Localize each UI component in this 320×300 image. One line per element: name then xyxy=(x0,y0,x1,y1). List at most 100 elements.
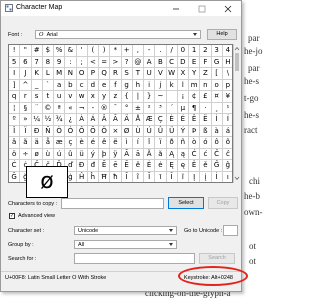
minimize-button[interactable] xyxy=(163,1,189,16)
search-input[interactable] xyxy=(74,253,195,264)
character-cell[interactable]: ı xyxy=(223,172,232,183)
character-cell[interactable]: : xyxy=(65,56,77,68)
character-cell[interactable]: Ĥ xyxy=(77,171,88,182)
character-cell[interactable]: 9 xyxy=(54,56,66,68)
character-cell[interactable]: ~ xyxy=(155,91,167,103)
character-cell[interactable]: · xyxy=(200,102,212,114)
character-cell[interactable]: ć xyxy=(200,148,212,160)
character-cell[interactable]: k xyxy=(166,79,178,91)
character-cell[interactable]: o xyxy=(211,79,223,91)
character-cell[interactable]: × xyxy=(110,125,122,137)
character-cell[interactable]: Ã xyxy=(110,114,122,126)
character-cell[interactable]: İ xyxy=(212,171,223,182)
character-cell[interactable]: \ xyxy=(222,68,232,80)
character-cell[interactable]: ĝ xyxy=(222,160,232,172)
character-cell[interactable]: Õ xyxy=(87,125,99,137)
character-cell[interactable]: e xyxy=(99,79,111,91)
character-cell[interactable]: Ë xyxy=(200,114,212,126)
character-cell[interactable]: ! xyxy=(9,45,21,57)
character-cell[interactable]: í xyxy=(132,137,144,149)
character-cell[interactable]: ā xyxy=(132,148,144,160)
character-cell[interactable]: " xyxy=(20,45,32,57)
character-cell[interactable]: X xyxy=(177,68,189,80)
character-cell[interactable]: 2 xyxy=(200,45,212,57)
character-cell[interactable] xyxy=(166,91,178,103)
character-cell[interactable]: ī xyxy=(155,171,167,182)
character-cell[interactable]: ø xyxy=(31,148,43,160)
character-cell[interactable]: Ē xyxy=(99,160,111,172)
character-cell[interactable]: Ü xyxy=(166,125,178,137)
character-cell[interactable]: Ħ xyxy=(99,171,111,182)
character-cell[interactable]: % xyxy=(54,45,66,57)
character-cell[interactable]: s xyxy=(31,91,43,103)
character-cell[interactable]: ¶ xyxy=(189,102,201,114)
font-select[interactable]: O Arial xyxy=(35,30,201,39)
character-cell[interactable]: Ú xyxy=(144,125,156,137)
close-button[interactable] xyxy=(215,1,241,16)
go-to-unicode-input[interactable] xyxy=(223,225,238,236)
character-cell[interactable]: A xyxy=(144,56,156,68)
character-cell[interactable]: £ xyxy=(200,91,212,103)
character-cell[interactable]: ï xyxy=(155,137,167,149)
select-button[interactable]: Select xyxy=(168,197,204,209)
character-cell[interactable]: ¤ xyxy=(211,91,223,103)
character-cell[interactable]: N xyxy=(65,68,77,80)
character-cell[interactable]: ä xyxy=(31,137,43,149)
character-cell[interactable]: I xyxy=(9,68,21,80)
character-cell[interactable]: Ĩ xyxy=(122,171,133,182)
character-cell[interactable]: À xyxy=(76,114,88,126)
character-cell[interactable]: » xyxy=(20,114,32,126)
character-cell[interactable]: Ð xyxy=(31,125,43,137)
character-cell[interactable]: 3 xyxy=(211,45,223,57)
character-cell[interactable]: Â xyxy=(99,114,111,126)
character-cell[interactable]: p xyxy=(222,80,232,91)
character-cell[interactable]: d xyxy=(87,79,99,91)
character-cell[interactable]: § xyxy=(20,102,32,114)
character-cell[interactable]: ü xyxy=(76,148,88,160)
character-cell[interactable]: Ï xyxy=(20,125,32,137)
character-cell[interactable]: þ xyxy=(99,148,111,160)
character-cell[interactable]: ¥ xyxy=(222,91,232,103)
character-cell[interactable]: @ xyxy=(132,56,144,68)
character-cell[interactable]: S xyxy=(121,68,133,80)
character-cell[interactable]: x xyxy=(87,91,99,103)
character-cell[interactable]: î xyxy=(144,137,156,149)
character-cell[interactable]: á xyxy=(222,126,232,137)
character-cell[interactable]: b xyxy=(65,79,77,91)
character-cell[interactable]: ' xyxy=(76,45,88,57)
character-cell[interactable]: - xyxy=(87,102,99,114)
character-cell[interactable]: = xyxy=(99,56,111,68)
character-cell[interactable]: . xyxy=(155,45,167,57)
character-cell[interactable]: g xyxy=(121,79,133,91)
character-cell[interactable]: ĕ xyxy=(132,160,144,172)
character-cell[interactable]: ì xyxy=(121,137,133,149)
character-cell[interactable]: û xyxy=(65,148,77,160)
character-cell[interactable]: ¿ xyxy=(65,114,77,126)
character-cell[interactable]: F xyxy=(200,56,212,68)
character-cell[interactable]: ± xyxy=(132,102,144,114)
character-cell[interactable]: Ñ xyxy=(42,125,54,137)
character-cell[interactable]: Å xyxy=(132,114,144,126)
character-cell[interactable]: Æ xyxy=(144,114,156,126)
character-cell[interactable]: º xyxy=(9,114,21,126)
character-cell[interactable]: ² xyxy=(144,102,156,114)
character-cell[interactable]: v xyxy=(65,91,77,103)
character-cell[interactable]: & xyxy=(65,45,77,57)
character-cell[interactable]: ù xyxy=(42,148,54,160)
character-cell[interactable]: ē xyxy=(110,160,122,172)
character-cell[interactable]: V xyxy=(155,68,167,80)
character-cell[interactable]: Ô xyxy=(76,125,88,137)
character-cell[interactable]: Į xyxy=(189,171,201,182)
character-cell[interactable]: Ă xyxy=(144,148,156,160)
character-cell[interactable]: Ā xyxy=(121,148,133,160)
character-cell[interactable]: 7 xyxy=(31,56,43,68)
character-cell[interactable]: Ê xyxy=(189,114,201,126)
character-cell[interactable]: J xyxy=(20,68,32,80)
character-cell[interactable]: ê xyxy=(99,137,111,149)
character-cell[interactable]: ß xyxy=(200,125,212,137)
character-cell[interactable]: Ĕ xyxy=(121,160,133,172)
character-cell[interactable]: å xyxy=(42,137,54,149)
character-cell[interactable]: Ù xyxy=(132,125,144,137)
character-cell[interactable]: © xyxy=(42,102,54,114)
character-cell[interactable]: m xyxy=(189,79,201,91)
